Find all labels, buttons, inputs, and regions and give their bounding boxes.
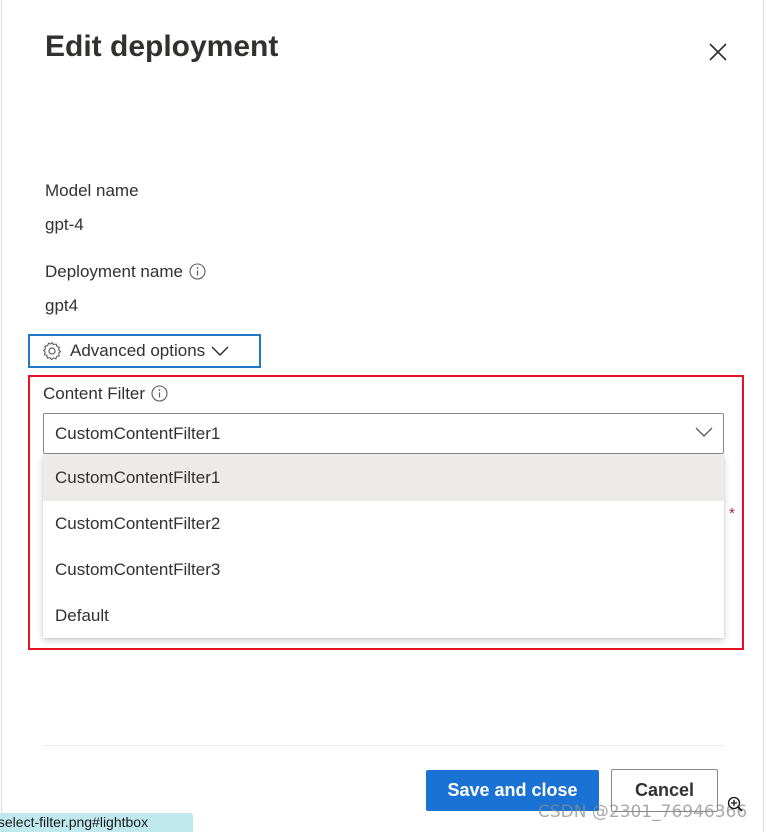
dropdown-option[interactable]: CustomContentFilter2 xyxy=(43,501,724,547)
deployment-name-value: gpt4 xyxy=(45,296,79,315)
advanced-options-button[interactable]: Advanced options xyxy=(28,334,261,368)
info-icon[interactable] xyxy=(151,385,168,407)
status-url-text: /select-filter.png#lightbox xyxy=(0,814,149,830)
chevron-down-icon xyxy=(695,427,713,437)
dialog-title: Edit deployment xyxy=(45,30,279,63)
model-name-label: Model name xyxy=(45,181,139,200)
dropdown-option[interactable]: CustomContentFilter1 xyxy=(43,455,724,501)
model-name-value: gpt-4 xyxy=(45,215,84,234)
content-filter-selected-value: CustomContentFilter1 xyxy=(55,423,221,443)
footer-divider xyxy=(43,745,724,746)
required-asterisk: * xyxy=(729,505,735,522)
gear-icon xyxy=(42,341,62,361)
advanced-options-label: Advanced options xyxy=(70,341,206,360)
deployment-name-label: Deployment name xyxy=(45,262,183,281)
content-filter-label: Content Filter xyxy=(43,384,146,403)
content-filter-label-row: Content Filter xyxy=(43,384,168,407)
content-filter-select[interactable]: CustomContentFilter1 xyxy=(43,413,724,454)
dropdown-option[interactable]: CustomContentFilter3 xyxy=(43,547,724,593)
zoom-in-icon[interactable] xyxy=(727,796,743,812)
status-url-tooltip: /select-filter.png#lightbox xyxy=(0,813,193,832)
content-filter-dropdown: CustomContentFilter1 CustomContentFilter… xyxy=(43,455,724,638)
info-icon[interactable] xyxy=(189,263,206,285)
close-button[interactable] xyxy=(702,36,734,68)
watermark: CSDN @2301_76946366 xyxy=(538,802,748,822)
close-icon xyxy=(709,43,727,61)
dropdown-option[interactable]: Default xyxy=(43,593,724,639)
chevron-down-icon xyxy=(211,346,229,357)
deployment-name-label-row: Deployment name xyxy=(45,262,206,285)
